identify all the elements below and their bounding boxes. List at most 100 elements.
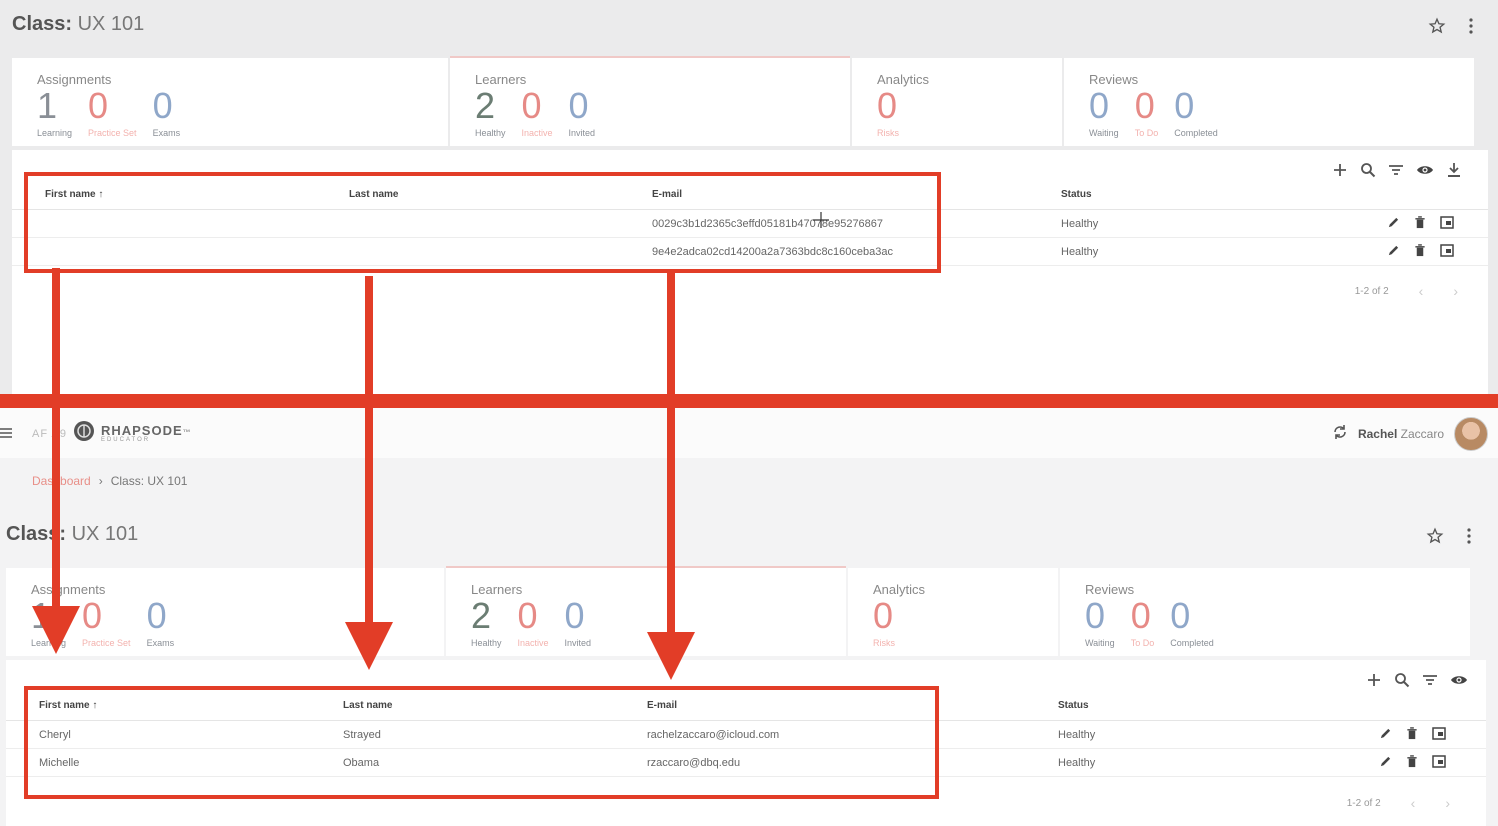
stat-label: Invited [568,128,596,138]
visibility-icon[interactable] [1450,672,1468,688]
delete-icon[interactable] [1406,754,1418,771]
user-menu[interactable]: Rachel Zaccaro [1332,417,1488,451]
stat-value: 0 [1089,85,1110,126]
user-name: Rachel Zaccaro [1358,427,1444,441]
pagination-label: 1-2 of 2 [1354,285,1389,297]
open-icon[interactable] [1440,215,1454,232]
stat-label: Waiting [1085,638,1115,648]
breadcrumb-dashboard-link[interactable]: Dashboard [32,474,91,488]
chevron-left-icon[interactable]: ‹ [1419,283,1424,299]
annotation-arrowhead-email [647,632,695,680]
delete-icon[interactable] [1406,726,1418,743]
menu-icon[interactable] [0,426,12,444]
edit-icon[interactable] [1379,727,1392,743]
pagination-label: 1-2 of 2 [1346,797,1381,809]
annotation-highlight-box-bottom [24,686,939,799]
learners-card[interactable]: Learners 2 Healthy 0 Inactive 0 Invited [450,56,850,146]
search-icon[interactable] [1394,672,1410,688]
stat-value: 2 [471,595,492,636]
brand-sub: EDUCATOR [100,437,151,443]
header-status[interactable]: Status [1061,180,1092,209]
cell-status: Healthy [1061,245,1099,258]
open-icon[interactable] [1432,754,1446,771]
star-icon[interactable] [1426,527,1444,545]
title-actions [1426,527,1472,545]
reviews-card[interactable]: Reviews 0 Waiting 0 To Do 0 Completed [1060,568,1470,656]
add-icon[interactable] [1366,672,1382,688]
download-icon[interactable] [1446,162,1462,178]
chevron-right-icon[interactable]: › [1445,795,1450,811]
open-icon[interactable] [1440,243,1454,260]
analytics-card[interactable]: Analytics 0 Risks [848,568,1058,656]
filter-icon[interactable] [1388,162,1404,178]
stat-value: 0 [1170,595,1191,636]
brand-name: RHAPSODE [100,423,183,438]
annotation-arrow-first-name [52,268,60,608]
title-actions [1428,17,1474,35]
reviews-card[interactable]: Reviews 0 Waiting 0 To Do 0 Completed [1064,58,1474,146]
stat-value: 0 [1134,85,1155,126]
logo-tag: AF A9 [32,427,67,440]
star-icon[interactable] [1428,17,1446,35]
analytics-card[interactable]: Analytics 0 Risks [852,58,1062,146]
stat-label: Practice Set [82,638,131,648]
stat-value: 0 [568,85,589,126]
annotation-divider-bar [0,394,1498,408]
cell-status: Healthy [1061,217,1099,230]
visibility-icon[interactable] [1416,162,1434,178]
breadcrumb-separator: › [98,474,103,488]
stat-label: Inactive [521,128,553,138]
more-vert-icon[interactable] [1466,528,1472,544]
search-icon[interactable] [1360,162,1376,178]
stat-label: To Do [1134,128,1159,138]
chevron-left-icon[interactable]: ‹ [1411,795,1416,811]
chevron-right-icon[interactable]: › [1453,283,1458,299]
breadcrumb-current: Class: UX 101 [110,474,188,488]
open-icon[interactable] [1432,726,1446,743]
stat-value: 0 [146,595,167,636]
edit-icon[interactable] [1387,216,1400,232]
filter-icon[interactable] [1422,672,1438,688]
pagination: 1-2 of 2 ‹ › [1355,283,1458,299]
logo-text: RHAPSODE™ EDUCATOR [101,424,192,443]
user-last-name: Zaccaro [1400,427,1444,441]
stat-value: 0 [1174,85,1195,126]
stat-value: 0 [873,595,894,636]
learners-card[interactable]: Learners 2 Healthy 0 Inactive 0 Invited [446,566,846,656]
analytics-stats: 0 Risks [877,86,899,139]
assignments-card[interactable]: Assignments 1 Learning 0 Practice Set 0 Exa… [12,58,448,146]
row-actions [1387,238,1454,265]
add-icon[interactable] [1332,162,1348,178]
sync-icon[interactable] [1332,424,1348,445]
header-status[interactable]: Status [1058,691,1089,720]
class-name: UX 101 [77,13,145,35]
stat-value: 0 [1130,595,1151,636]
stat-label: To Do [1130,638,1155,648]
user-first-name: Rachel [1357,427,1398,441]
delete-icon[interactable] [1414,215,1426,232]
stat-value: 0 [517,595,538,636]
avatar[interactable] [1454,417,1488,451]
reviews-stats: 0 Waiting 0 To Do 0 Completed [1085,595,1214,649]
learners-stats: 2 Healthy 0 Inactive 0 Invited [471,595,592,649]
crosshair-cursor-icon [813,212,829,233]
class-name: UX 101 [71,523,139,545]
table-toolbar [1366,672,1468,688]
edit-icon[interactable] [1379,755,1392,771]
more-vert-icon[interactable] [1468,18,1474,34]
delete-icon[interactable] [1414,243,1426,260]
stat-value: 0 [1085,595,1106,636]
cell-status: Healthy [1058,756,1096,769]
app-navbar: AF A9 RHAPSODE™ EDUCATOR Rachel Zaccaro [0,408,1498,458]
stat-label: Exams [146,638,175,648]
row-actions [1387,210,1454,237]
logo-emblem-icon [73,420,95,447]
annotation-arrow-email [667,272,675,634]
stat-value: 0 [152,85,173,126]
edit-icon[interactable] [1387,244,1400,260]
stat-label: Waiting [1089,128,1119,138]
stat-value: 2 [475,85,496,126]
table-toolbar [1332,162,1462,178]
analytics-stats: 0 Risks [873,595,895,649]
stat-label: Invited [564,638,592,648]
